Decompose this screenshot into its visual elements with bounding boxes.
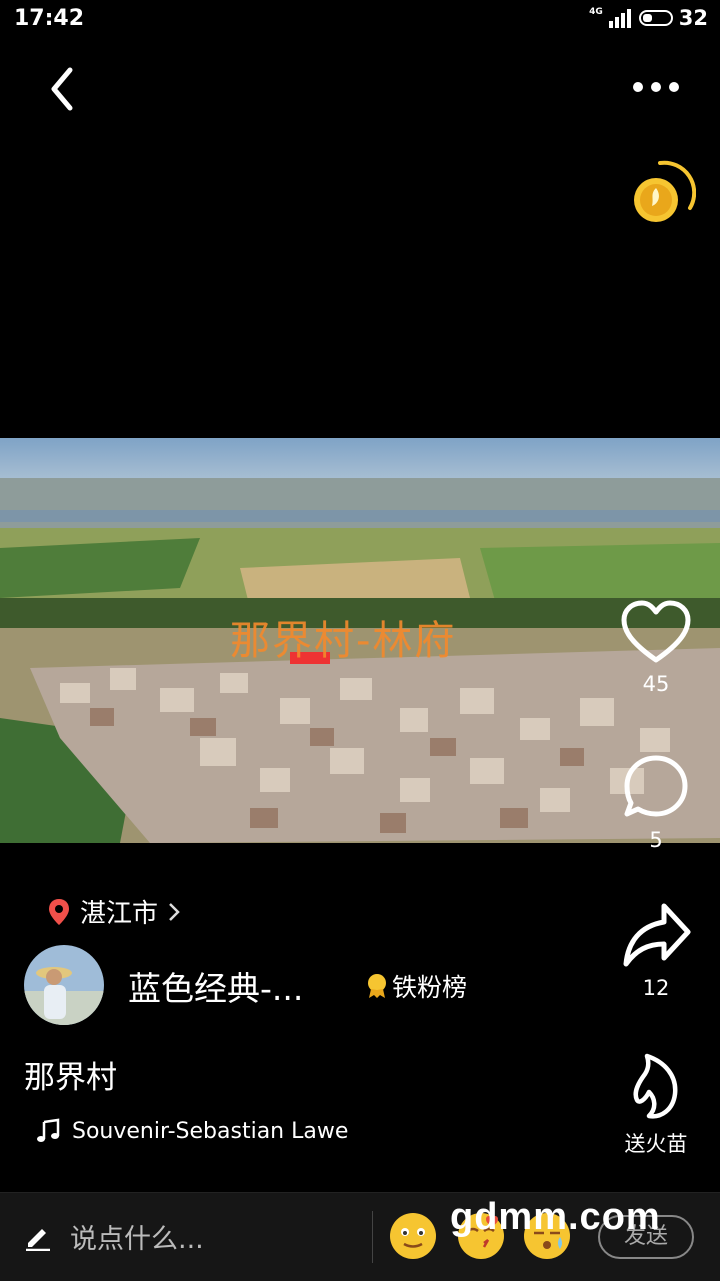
divider — [372, 1211, 373, 1263]
music-title: Souvenir-Sebastian Lawe — [72, 1118, 349, 1144]
location-pin-icon — [49, 898, 69, 925]
share-button[interactable]: 12 — [611, 902, 701, 1000]
author-avatar[interactable] — [24, 945, 104, 1025]
comment-placeholder: 说点什么... — [70, 1224, 204, 1255]
medal-icon — [368, 974, 386, 998]
more-button[interactable] — [632, 76, 684, 98]
avatar-image — [24, 945, 104, 1025]
network-type: 4G — [589, 7, 603, 17]
music-note-icon — [37, 1118, 60, 1142]
status-time: 17:42 — [14, 6, 85, 31]
like-count: 45 — [642, 672, 670, 696]
gift-label: 送火苗 — [624, 1132, 688, 1156]
battery-icon — [638, 10, 673, 26]
share-count: 12 — [642, 976, 670, 1000]
comment-input[interactable]: 说点什么... — [24, 1217, 204, 1256]
location-tag[interactable]: 湛江市 — [48, 893, 180, 930]
share-arrow-icon — [623, 903, 691, 967]
back-button[interactable] — [44, 62, 84, 116]
video-overlay-title: 那界村-林府 — [230, 618, 457, 664]
comment-count: 5 — [649, 828, 663, 852]
author-name[interactable]: 蓝色经典-... — [128, 962, 303, 1010]
gift-fire-button[interactable]: 送火苗 — [606, 1052, 706, 1158]
battery-level: 32 — [678, 6, 708, 30]
fan-rank-badge[interactable]: 铁粉榜 — [366, 968, 467, 1004]
watermark: gdmm.com — [450, 1196, 661, 1238]
signal-icon — [608, 9, 631, 28]
status-icons: 4G 32 — [589, 6, 708, 30]
heart-icon — [621, 600, 691, 663]
emoji-smile-icon[interactable] — [390, 1213, 436, 1259]
comment-button[interactable]: 5 — [611, 752, 701, 852]
location-label: 湛江市 — [80, 899, 159, 929]
music-track[interactable]: Souvenir-Sebastian Lawe — [36, 1118, 348, 1144]
comment-bubble-icon — [624, 755, 688, 817]
pencil-icon — [26, 1228, 50, 1251]
like-button[interactable]: 45 — [611, 600, 701, 696]
more-dots-icon — [633, 82, 679, 92]
post-caption: 那界村 — [24, 1060, 117, 1096]
flame-icon — [633, 1053, 678, 1119]
coin-reward-button[interactable] — [630, 160, 697, 226]
chevron-left-icon — [51, 67, 73, 111]
fan-badge-label: 铁粉榜 — [392, 973, 468, 1002]
chevron-right-icon — [169, 902, 180, 921]
coin-icon — [634, 160, 697, 222]
